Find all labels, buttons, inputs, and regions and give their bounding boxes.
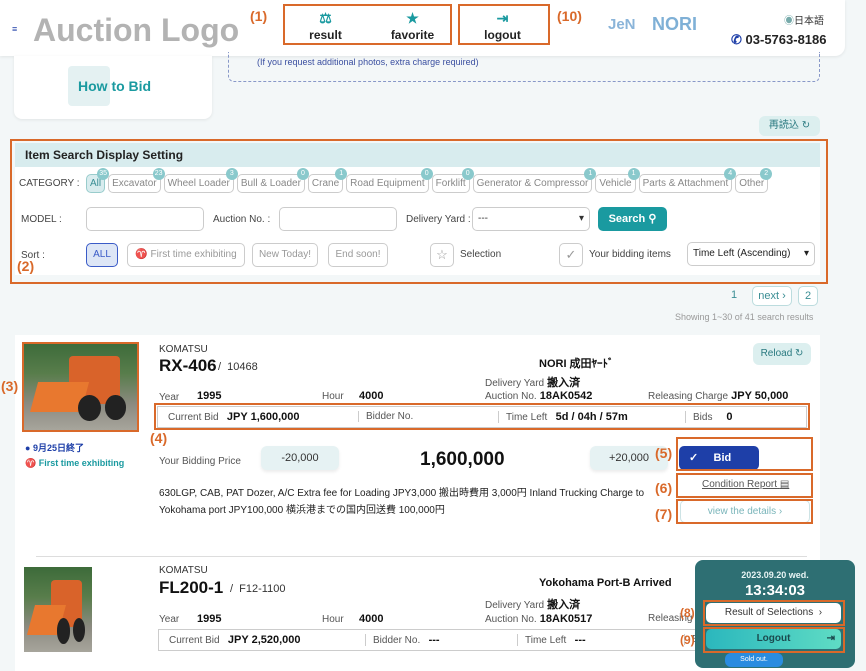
your-price-label: Your Bidding Price bbox=[159, 456, 241, 467]
annotation-box-10 bbox=[458, 4, 550, 45]
annotation-box-6 bbox=[676, 473, 813, 498]
maker: KOMATSU bbox=[159, 344, 208, 355]
phone: ✆ 03-5763-8186 bbox=[731, 32, 827, 47]
next-page-button[interactable]: next › bbox=[752, 286, 792, 306]
refresh-icon: ↻ bbox=[801, 120, 811, 131]
notice-box: (If you request additional photos, extra… bbox=[228, 52, 820, 82]
jen-logo: JeN bbox=[608, 16, 636, 33]
phone-icon: ✆ bbox=[731, 32, 742, 47]
annotation-box-7 bbox=[676, 499, 813, 524]
item-description: 630LGP, CAB, PAT Dozer, A/C Extra fee fo… bbox=[159, 488, 645, 516]
menu-icon[interactable]: ≡ bbox=[12, 24, 17, 34]
annotation-box-4 bbox=[154, 403, 810, 430]
annotation-4: (4) bbox=[150, 430, 168, 446]
globe-icon: ◉ bbox=[784, 16, 794, 27]
logo: Auction Logo bbox=[33, 12, 240, 48]
annotation-box-2 bbox=[10, 139, 828, 284]
annotation-2: (2) bbox=[17, 258, 35, 274]
annotation-6: (6) bbox=[655, 480, 673, 496]
annotation-7: (7) bbox=[655, 506, 673, 522]
bid-price: 1,600,000 bbox=[420, 449, 505, 470]
annotation-box-1 bbox=[283, 4, 452, 45]
refresh-icon: ↻ bbox=[795, 348, 804, 359]
annotation-3: (3) bbox=[1, 378, 19, 394]
annotation-5: (5) bbox=[655, 445, 673, 461]
panel-date: 2023.09.20 wed. bbox=[741, 570, 809, 580]
nori-logo: NORI bbox=[652, 14, 697, 34]
result-summary: Showing 1~30 of 41 search results bbox=[675, 312, 814, 322]
annotation-box-9 bbox=[703, 627, 845, 653]
reload-jp-button[interactable]: 再読込 ↻ bbox=[759, 116, 820, 136]
maker: KOMATSU bbox=[159, 565, 208, 576]
annotation-9: (9) bbox=[680, 633, 695, 647]
end-date: ● 9月25日終了 bbox=[25, 443, 84, 453]
decrease-bid-button[interactable]: -20,000 bbox=[261, 446, 339, 470]
annotation-box-8 bbox=[703, 600, 845, 626]
annotation-8: (8) bbox=[680, 606, 695, 620]
page-1[interactable]: 1 bbox=[731, 289, 737, 301]
model: RX-406 bbox=[159, 356, 217, 375]
yard-name: Yokohama Port-B Arrived bbox=[539, 577, 672, 589]
panel-clock: 13:34:03 bbox=[744, 582, 806, 599]
annotation-box-3 bbox=[22, 342, 139, 432]
item-photo[interactable] bbox=[24, 567, 92, 652]
annotation-10: (10) bbox=[557, 8, 582, 24]
sold-out-badge: Sold out. bbox=[725, 653, 783, 667]
annotation-box-5 bbox=[676, 437, 813, 471]
serial: / 10468 bbox=[218, 361, 258, 373]
yard-name: NORI 成田ﾔｰﾄﾞ bbox=[539, 358, 614, 370]
reload-button[interactable]: Reload ↻ bbox=[753, 343, 811, 365]
serial: / F12-1100 bbox=[230, 583, 286, 595]
how-to-bid-card[interactable]: How to Bid bbox=[14, 56, 212, 119]
language-switch[interactable]: ◉日本語 bbox=[784, 12, 824, 27]
model: FL200-1 bbox=[159, 578, 224, 597]
page-2[interactable]: 2 bbox=[798, 286, 818, 306]
first-time-badge: ♈ First time exhibiting bbox=[25, 458, 125, 468]
annotation-1: (1) bbox=[250, 8, 268, 24]
